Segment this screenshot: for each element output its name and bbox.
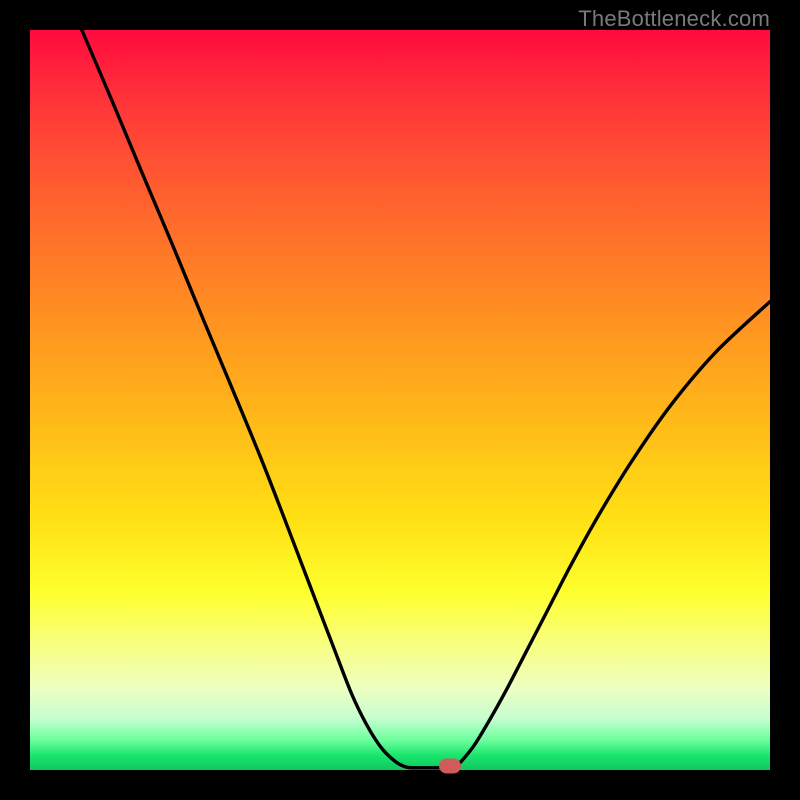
attribution-text: TheBottleneck.com bbox=[578, 6, 770, 32]
chart-frame: TheBottleneck.com bbox=[0, 0, 800, 800]
optimum-marker bbox=[439, 759, 461, 774]
plot-area bbox=[30, 30, 770, 770]
curve-svg bbox=[30, 30, 770, 770]
bottleneck-curve bbox=[82, 30, 770, 768]
